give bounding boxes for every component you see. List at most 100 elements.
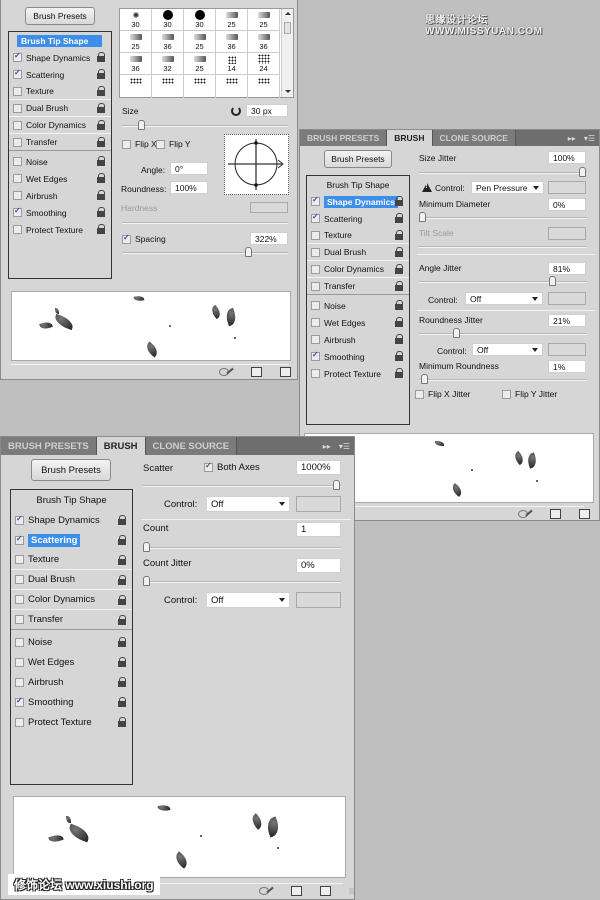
brush-tip-cell[interactable]: 32 bbox=[152, 53, 184, 75]
count-jitter-control-select[interactable]: Off bbox=[206, 592, 290, 608]
flip-x-checkbox[interactable]: Flip X bbox=[122, 139, 157, 149]
checkbox[interactable] bbox=[15, 555, 24, 564]
settings-item-dual-brush[interactable]: Dual Brush bbox=[307, 244, 409, 261]
brush-tip-cell[interactable]: 25 bbox=[216, 9, 248, 31]
count-jitter-input[interactable]: 0% bbox=[296, 558, 341, 573]
settings-item-color-dynamics[interactable]: Color Dynamics bbox=[9, 117, 111, 134]
brush-tip-cell[interactable]: 25 bbox=[120, 31, 152, 53]
lock-icon[interactable] bbox=[395, 230, 403, 240]
flip-y-checkbox[interactable]: Flip Y bbox=[156, 139, 191, 149]
panel-menu-icon[interactable]: ▾☰ bbox=[335, 437, 354, 455]
size-control-select[interactable]: Pen Pressure bbox=[471, 181, 544, 194]
flip-y-box[interactable] bbox=[156, 139, 165, 149]
settings-item-airbrush[interactable]: Airbrush bbox=[307, 331, 409, 348]
settings-item-shape-dynamics[interactable]: Shape Dynamics bbox=[9, 49, 111, 66]
lock-icon[interactable] bbox=[97, 224, 105, 234]
lock-icon[interactable] bbox=[395, 300, 403, 310]
scroll-down-icon[interactable] bbox=[285, 90, 291, 93]
brush-tip-cell[interactable]: 36 bbox=[120, 53, 152, 75]
settings-item-shape-dynamics[interactable]: Shape Dynamics bbox=[11, 510, 132, 530]
flip-x-jitter-checkbox[interactable]: Flip X Jitter bbox=[415, 389, 471, 399]
settings-item-texture[interactable]: Texture bbox=[307, 227, 409, 244]
lock-icon[interactable] bbox=[395, 196, 403, 206]
settings-item-airbrush[interactable]: Airbrush bbox=[11, 672, 132, 692]
brush-tip-cell[interactable]: 25 bbox=[248, 9, 280, 31]
lock-icon[interactable] bbox=[97, 86, 105, 96]
lock-icon[interactable] bbox=[97, 120, 105, 130]
settings-item-transfer[interactable]: Transfer bbox=[9, 134, 111, 151]
settings-item-noise[interactable]: Noise bbox=[307, 297, 409, 314]
checkbox[interactable] bbox=[13, 103, 22, 113]
panel-menu-icon[interactable]: ▾☰ bbox=[580, 130, 599, 146]
lock-icon[interactable] bbox=[97, 137, 105, 147]
settings-item-smoothing[interactable]: Smoothing bbox=[11, 692, 132, 712]
checkbox[interactable] bbox=[13, 68, 22, 79]
brush-tip-cell[interactable] bbox=[184, 75, 216, 98]
settings-item-brush-tip-shape[interactable]: Brush Tip Shape bbox=[9, 32, 111, 49]
brush-presets-button[interactable]: Brush Presets bbox=[25, 7, 95, 25]
scatter-input[interactable]: 1000% bbox=[296, 460, 341, 475]
lock-icon[interactable] bbox=[118, 637, 126, 647]
settings-item-texture[interactable]: Texture bbox=[11, 550, 132, 570]
brush-tip-cell[interactable] bbox=[152, 75, 184, 98]
checkbox[interactable] bbox=[15, 534, 24, 545]
open-preset-manager-icon[interactable] bbox=[251, 367, 262, 377]
checkbox[interactable] bbox=[15, 575, 24, 584]
settings-item-texture[interactable]: Texture bbox=[9, 83, 111, 100]
both-axes-checkbox[interactable]: Both Axes bbox=[204, 461, 260, 473]
size-slider[interactable] bbox=[122, 120, 288, 130]
settings-item-wet-edges[interactable]: Wet Edges bbox=[9, 170, 111, 187]
checkbox[interactable] bbox=[13, 86, 22, 96]
scatter-thumb[interactable] bbox=[333, 480, 340, 490]
settings-item-transfer[interactable]: Transfer bbox=[11, 610, 132, 630]
size-slider-thumb[interactable] bbox=[138, 120, 145, 130]
min-diameter-input[interactable]: 0% bbox=[548, 198, 586, 211]
settings-item-wet-edges[interactable]: Wet Edges bbox=[11, 652, 132, 672]
checkbox[interactable] bbox=[311, 212, 320, 223]
spacing-slider[interactable] bbox=[122, 247, 288, 257]
settings-item-protect-texture[interactable]: Protect Texture bbox=[9, 221, 111, 238]
checkbox[interactable] bbox=[311, 318, 320, 327]
checkbox[interactable] bbox=[311, 247, 320, 257]
checkbox[interactable] bbox=[13, 51, 22, 62]
lock-icon[interactable] bbox=[97, 69, 105, 79]
brush-tip-cell[interactable]: 25 bbox=[184, 53, 216, 75]
count-jitter-thumb[interactable] bbox=[143, 576, 150, 586]
checkbox[interactable] bbox=[311, 350, 320, 361]
checkbox[interactable] bbox=[311, 230, 320, 240]
checkbox[interactable] bbox=[13, 157, 22, 166]
lock-icon[interactable] bbox=[395, 264, 403, 274]
checkbox[interactable] bbox=[15, 717, 24, 727]
lock-icon[interactable] bbox=[395, 247, 403, 257]
roundness-input[interactable]: 100% bbox=[170, 181, 208, 194]
lock-icon[interactable] bbox=[395, 281, 403, 291]
checkbox[interactable] bbox=[13, 225, 22, 234]
checkbox[interactable] bbox=[311, 335, 320, 344]
lock-icon[interactable] bbox=[118, 615, 126, 625]
settings-item-protect-texture[interactable]: Protect Texture bbox=[307, 365, 409, 382]
both-axes-box[interactable] bbox=[204, 461, 213, 472]
settings-item-brush-tip-shape[interactable]: Brush Tip Shape bbox=[11, 490, 132, 510]
brush-tip-cell[interactable]: 36 bbox=[152, 31, 184, 53]
lock-icon[interactable] bbox=[118, 575, 126, 585]
settings-item-scattering[interactable]: Scattering bbox=[11, 530, 132, 550]
settings-item-noise[interactable]: Noise bbox=[9, 153, 111, 170]
brush-tip-cell[interactable] bbox=[120, 75, 152, 98]
brush-angle-roundness-preview[interactable] bbox=[224, 134, 289, 195]
brush-tip-cell[interactable]: 30 bbox=[120, 9, 152, 31]
count-slider[interactable] bbox=[143, 542, 341, 552]
angle-input[interactable]: 0° bbox=[170, 162, 208, 175]
settings-item-noise[interactable]: Noise bbox=[11, 632, 132, 652]
settings-item-wet-edges[interactable]: Wet Edges bbox=[307, 314, 409, 331]
settings-item-scattering[interactable]: Scattering bbox=[307, 210, 409, 227]
brush-tip-cell[interactable]: 36 bbox=[248, 31, 280, 53]
lock-icon[interactable] bbox=[395, 334, 403, 344]
create-new-brush-icon[interactable] bbox=[579, 509, 590, 519]
brush-tip-cell[interactable] bbox=[248, 75, 280, 98]
roundness-jitter-slider[interactable] bbox=[419, 328, 587, 338]
scatter-control-select[interactable]: Off bbox=[206, 496, 290, 512]
tab-brush[interactable]: BRUSH bbox=[387, 130, 433, 146]
lock-icon[interactable] bbox=[118, 697, 126, 707]
brush-tip-cell[interactable]: 24 bbox=[248, 53, 280, 75]
lock-icon[interactable] bbox=[118, 555, 126, 565]
